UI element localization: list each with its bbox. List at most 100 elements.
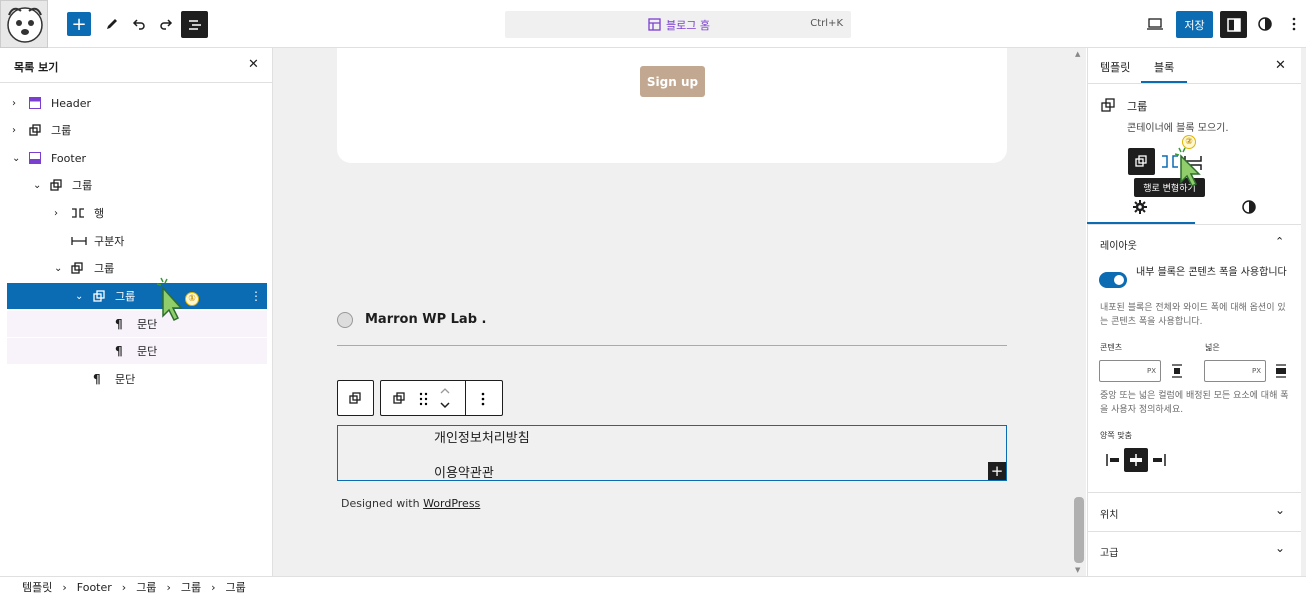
tree-item-label: 그룹 (94, 262, 115, 275)
site-logo-icon[interactable] (337, 312, 353, 328)
scrollbar-thumb[interactable] (1074, 497, 1084, 563)
chevron-down-icon[interactable]: ⌄ (1275, 541, 1285, 555)
more-options-icon[interactable] (481, 392, 485, 406)
group-transform-icon[interactable] (393, 392, 406, 405)
tree-item-label: 문단 (137, 345, 158, 358)
top-toolbar: + 블로그 홈 Ctrl+K 저장 (0, 0, 1306, 48)
unit-label: PX (1251, 367, 1261, 375)
tree-item-separator[interactable]: 구분자 (7, 228, 267, 254)
group-icon (71, 262, 83, 274)
chevron-right-icon[interactable]: › (12, 98, 16, 109)
advanced-section-title[interactable]: 고급 (1100, 544, 1118, 559)
tree-item-label: 그룹 (115, 290, 136, 303)
tree-item-group[interactable]: ⌄ 그룹 (7, 255, 267, 281)
block-appender-plus-icon[interactable]: + (988, 462, 1006, 480)
group-icon (349, 392, 361, 404)
content-width-toggle[interactable] (1099, 272, 1127, 288)
stretch-width-icon (1276, 364, 1286, 378)
pointer-cursor-icon (1175, 147, 1201, 188)
tree-item-paragraph[interactable]: ¶ 문단 (7, 366, 267, 392)
chevron-right-icon[interactable]: › (54, 208, 58, 219)
group-icon (50, 179, 62, 191)
credit-text: Designed with (341, 497, 424, 510)
content-width-input[interactable]: PX (1099, 360, 1161, 382)
undo-icon[interactable] (130, 14, 148, 34)
chevron-down-icon[interactable]: ⌄ (1275, 503, 1285, 517)
tree-item-footer[interactable]: ⌄ Footer (7, 145, 267, 171)
drag-handle-icon[interactable] (419, 392, 428, 406)
chevron-down-icon[interactable]: ⌄ (75, 291, 83, 302)
inspector-scrollbar[interactable] (1301, 48, 1306, 576)
parent-select-button[interactable] (337, 380, 374, 416)
separator-line (337, 345, 1007, 346)
chevron-right-icon: › (166, 580, 171, 594)
site-logo-avatar[interactable] (0, 0, 48, 48)
toolbar-divider (465, 381, 466, 415)
variation-group-button[interactable] (1128, 148, 1155, 175)
tree-item-paragraph[interactable]: ¶ 문단 (7, 338, 267, 364)
breadcrumb-item[interactable]: 템플릿 (22, 579, 52, 595)
tree-item-group[interactable]: › 그룹 (7, 117, 267, 143)
close-icon[interactable]: ✕ (1275, 58, 1286, 73)
site-title[interactable]: Marron WP Lab . (365, 312, 486, 327)
divider (1087, 492, 1306, 493)
layout-section-title[interactable]: 레이아웃 (1100, 237, 1137, 252)
wordpress-link[interactable]: WordPress (423, 497, 480, 510)
tree-item-paragraph[interactable]: ¶ 문단 (7, 311, 267, 337)
chevron-right-icon: › (211, 580, 216, 594)
chevron-right-icon: › (62, 580, 67, 594)
paragraph-terms[interactable]: 이용약관관 (434, 462, 494, 481)
tree-item-label: 그룹 (72, 179, 93, 192)
redo-icon[interactable] (157, 14, 175, 34)
list-view-toggle-button[interactable] (181, 11, 208, 38)
pointer-cursor-icon (156, 277, 183, 322)
options-more-icon[interactable] (1287, 14, 1301, 34)
unit-label: PX (1146, 367, 1156, 375)
block-card-description: 콘테이너에 블록 모으기. (1127, 123, 1229, 134)
chevron-down-icon[interactable]: ⌄ (33, 180, 41, 191)
list-view-icon (188, 19, 201, 30)
settings-gear-icon[interactable] (1133, 200, 1147, 214)
scroll-down-arrow-icon[interactable]: ▼ (1075, 566, 1080, 574)
styles-contrast-icon[interactable] (1242, 200, 1256, 214)
position-section-title[interactable]: 위치 (1100, 506, 1118, 521)
tree-item-group-selected[interactable]: ⌄ 그룹 ⋮ (7, 283, 267, 309)
save-button[interactable]: 저장 (1176, 11, 1213, 38)
tree-item-header[interactable]: › Header (7, 90, 267, 116)
add-block-button[interactable]: + (67, 12, 91, 36)
tab-block[interactable]: 블록 (1154, 59, 1174, 75)
styles-contrast-icon[interactable] (1256, 14, 1274, 34)
close-icon[interactable]: ✕ (248, 57, 259, 72)
justify-center-button[interactable] (1124, 448, 1148, 472)
signup-button[interactable]: Sign up (640, 66, 705, 97)
settings-sidebar-toggle-button[interactable] (1220, 11, 1247, 38)
block-toolbar (380, 380, 503, 416)
paragraph-privacy[interactable]: 개인정보처리방침 (434, 427, 530, 446)
chevron-right-icon[interactable]: › (12, 125, 16, 136)
site-editor: + 블로그 홈 Ctrl+K 저장 목록 보기 ✕ › Header › 그룹 … (0, 0, 1306, 597)
tab-template[interactable]: 템플릿 (1100, 59, 1130, 75)
justify-left-icon[interactable] (1106, 453, 1120, 467)
list-view-title: 목록 보기 (14, 61, 59, 74)
chevron-down-icon[interactable]: ⌄ (54, 263, 62, 274)
more-options-icon[interactable]: ⋮ (250, 289, 262, 303)
tree-item-row[interactable]: › 행 (7, 200, 267, 226)
tools-pencil-icon[interactable] (103, 14, 121, 34)
breadcrumb-item[interactable]: Footer (77, 581, 112, 594)
command-palette-bar[interactable]: 블로그 홈 Ctrl+K (505, 11, 851, 38)
paragraph-icon: ¶ (115, 344, 123, 358)
tree-item-group[interactable]: ⌄ 그룹 (7, 172, 267, 198)
chevron-up-icon[interactable]: ⌃ (1275, 235, 1284, 248)
breadcrumb-item[interactable]: 그룹 (136, 579, 156, 595)
preview-desktop-icon[interactable] (1145, 14, 1165, 34)
toggle-help-text: 내포된 블록은 전체와 와이드 폭에 대해 옵션이 있는 콘텐츠 폭을 사용합니… (1100, 303, 1286, 327)
dog-logo-icon (7, 7, 43, 43)
justify-right-icon[interactable] (1152, 453, 1166, 467)
tree-item-label: 문단 (115, 373, 136, 386)
breadcrumb-item[interactable]: 그룹 (181, 579, 201, 595)
move-up-down-icon[interactable] (439, 385, 451, 411)
wide-width-input[interactable]: PX (1204, 360, 1266, 382)
chevron-down-icon[interactable]: ⌄ (12, 153, 20, 164)
scroll-up-arrow-icon[interactable]: ▲ (1075, 50, 1080, 58)
paragraph-icon: ¶ (93, 372, 101, 386)
